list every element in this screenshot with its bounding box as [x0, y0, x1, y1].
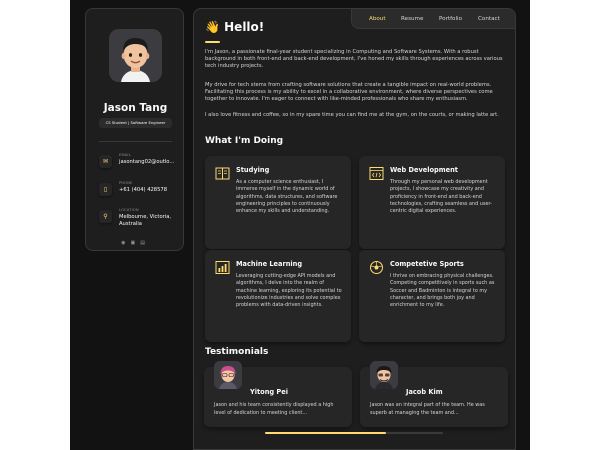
sidebar-divider: [99, 141, 172, 142]
profile-title-badge: CS Student | Software Engineer: [99, 118, 172, 128]
title-underline: [205, 41, 220, 43]
service-text: Leveraging cutting-edge API models and a…: [236, 273, 342, 309]
nav-about[interactable]: About: [369, 16, 386, 22]
mail-icon: ✉: [99, 155, 112, 168]
service-card-studying: Studying As a computer science enthusias…: [205, 156, 351, 249]
testimonial-text: Jason and his team consistently displaye…: [214, 402, 334, 416]
ball-icon: [370, 261, 383, 274]
service-title: Studying: [236, 166, 270, 174]
code-icon: [369, 167, 384, 180]
testimonial-card-2[interactable]: Jacob Kim Jason was an integral part of …: [360, 361, 508, 427]
service-card-machine-learning: Machine Learning Leveraging cutting-edge…: [205, 250, 351, 342]
linkedin-icon[interactable]: ▣: [130, 240, 140, 246]
contact-label: Phone: [119, 181, 133, 185]
service-title: Competetive Sports: [390, 260, 464, 268]
testimonial-card-1[interactable]: Yitong Pei Jason and his team consistent…: [204, 361, 352, 427]
service-text: Through my personal web development proj…: [390, 179, 492, 215]
memoji-avatar-icon: [370, 361, 398, 389]
testimonials-scrollbar[interactable]: [265, 432, 443, 434]
contact-label: Email: [119, 153, 131, 157]
page-title: 👋 Hello!: [205, 20, 264, 34]
waving-hand-icon: 👋: [205, 20, 220, 34]
chart-icon: [215, 261, 230, 274]
testimonial-name: Jacob Kim: [406, 388, 443, 396]
book-icon: [215, 167, 230, 180]
resume-icon[interactable]: ▤: [140, 240, 150, 246]
service-text: As a computer science enthusiast, I imme…: [236, 179, 338, 215]
service-card-sports: Competetive Sports I thrive on embracing…: [359, 250, 505, 342]
contact-email: ✉ Email jasontang02@outlo...: [99, 153, 181, 181]
social-links: ◉▣▤: [86, 240, 185, 246]
testimonial-name: Yitong Pei: [250, 388, 288, 396]
phone-icon: ▯: [99, 183, 112, 196]
service-title: Machine Learning: [236, 260, 303, 268]
nav-portfolio[interactable]: Portfolio: [439, 16, 462, 22]
page-title-text: Hello!: [224, 20, 265, 34]
about-paragraph-2: My drive for tech stems from crafting so…: [205, 82, 493, 103]
email-link[interactable]: jasontang02@outlo...: [119, 159, 181, 166]
nav-contact[interactable]: Contact: [478, 16, 500, 22]
avatar: [109, 29, 162, 82]
navbar: About Resume Portfolio Contact: [351, 9, 515, 29]
contact-label: Location: [119, 208, 139, 212]
memoji-avatar-icon: [214, 361, 242, 389]
testimonials-title: Testimonials: [205, 347, 269, 357]
testimonial-text: Jason was an integral part of the team. …: [370, 402, 485, 416]
phone-link[interactable]: +61 (404) 428578: [119, 187, 181, 194]
service-card-web-development: Web Development Through my personal web …: [359, 156, 505, 249]
location-icon: ⚲: [99, 210, 112, 223]
services-title: What I'm Doing: [205, 136, 284, 146]
about-paragraph-1: I'm Jason, a passionate final-year stude…: [205, 49, 503, 70]
memoji-avatar-icon: [109, 29, 162, 82]
profile-name: Jason Tang: [103, 102, 168, 114]
avatar: [214, 361, 242, 389]
location-value: Melbourne, Victoria, Australia: [119, 214, 172, 227]
contact-location: ⚲ Location Melbourne, Victoria, Australi…: [99, 208, 181, 236]
about-paragraph-3: I also love fitness and coffee, so in my…: [205, 112, 499, 118]
service-title: Web Development: [390, 166, 458, 174]
nav-resume[interactable]: Resume: [401, 16, 423, 22]
avatar: [370, 361, 398, 389]
scrollbar-thumb[interactable]: [265, 432, 387, 434]
service-text: I thrive on embracing physical challenge…: [390, 273, 495, 309]
profile-sidebar: Jason Tang CS Student | Software Enginee…: [85, 8, 184, 251]
contact-phone: ▯ Phone +61 (404) 428578: [99, 181, 181, 209]
